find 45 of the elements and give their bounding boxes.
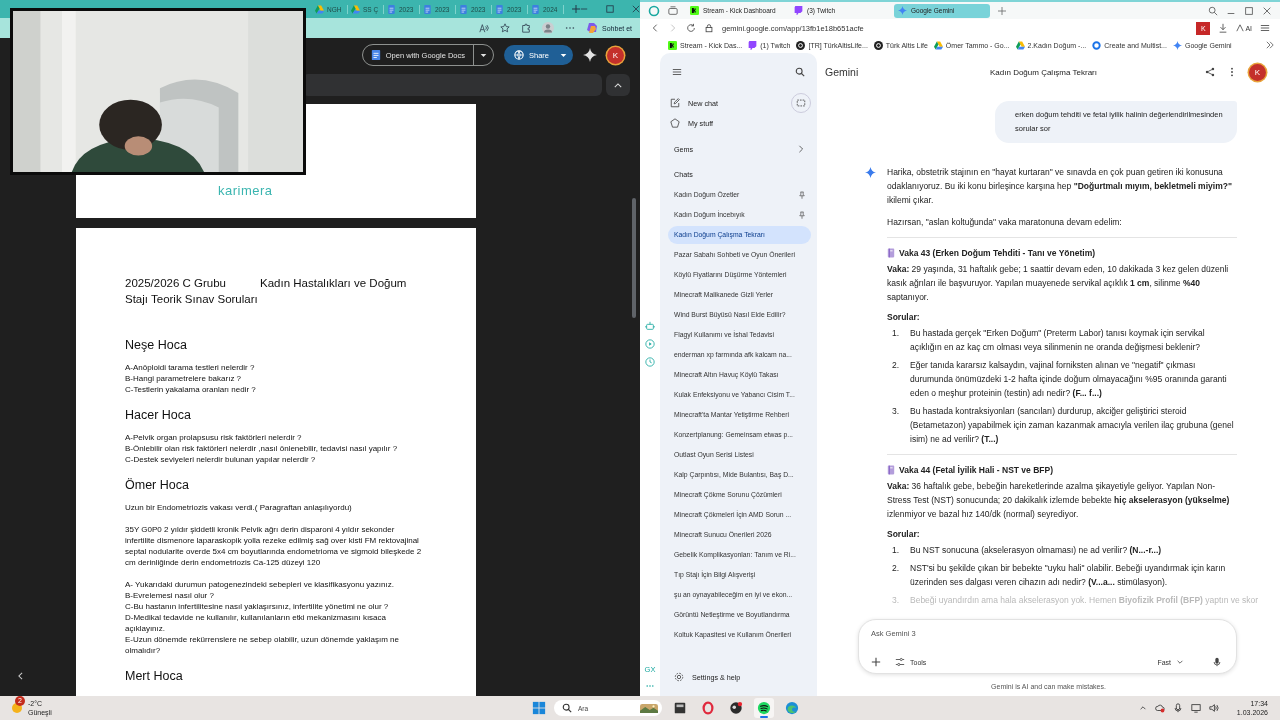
case-title: Vaka 43 (Erken Doğum Tehditi - Tanı ve Yönetim): [899, 248, 1096, 258]
list-number: 1.: [891, 327, 901, 340]
list-number: 3.: [891, 405, 901, 418]
question-text: Uzun bir Endometriozis vakası verdi.( Paragraftan anlaşılıyordu): [125, 502, 353, 513]
section-label: Sorular:: [887, 529, 921, 539]
case-title: Vaka 44 (Fetal İyilik Hali - NST ve BFP): [899, 465, 1053, 475]
question-text: Bebeği uyandırdın ama hala akselerasyon yok. Hemen Biyofizik Profil (BFP) yaptın ve skor: [910, 594, 1259, 607]
response-paragraph: Harika, obstetrik stajının en "hayat kurtaran" ve sınavda en çok puan getiren iki konusuna odaklanıyoruz. Bu iki konu birleşince karşına hep "Doğurtmalı mıyım, bekletmeli miyim?" ikilemi çıkar.: [887, 166, 1233, 207]
question-text: B-Önlebilir olan risk faktörleri nelerdir ,nasıl önlenebilir, tedavisi nasıl yapılır ?: [125, 443, 399, 454]
question-text: C-Bu hastanın infertilitesine nasıl yaklaşırsınız, infertilite yönetimi ne olur ?: [125, 601, 390, 612]
question-text: B-Hangi parametrelere bakarız ?: [125, 373, 243, 384]
document-title: Stajı Teorik Sınav Soruları: [125, 292, 259, 307]
question-text: C-Destek seviyeleri nelerdir bulunan yapılar nelerdir ?: [125, 454, 317, 465]
response-paragraph: Hazırsan, "aslan koltuğunda" vaka maratonuna devam edelim:: [887, 216, 1123, 229]
section-label: Sorular:: [887, 312, 921, 322]
document-title: Kadın Hastalıkları ve Doğum: [260, 276, 407, 291]
question-text: B-Evrelemesi nasıl olur ?: [125, 590, 215, 601]
question-text: E-Uzun dönemde rekürrenslere ne sebep olabilir, uzun dönemde yaklaşım ne olmalıdır?: [125, 634, 400, 656]
question-text: Bu hastada gerçek "Erken Doğum" (Preterm Labor) tanısı koymak için servikal açıklığın en az kaç cm olması veya silinmenin ne oranda değişmesi beklenir?: [910, 327, 1206, 354]
document-title: 2025/2026 C Grubu: [125, 276, 227, 291]
section-heading: Ömer Hoca: [125, 477, 190, 493]
question-text: Eğer tanıda kararsız kalsaydın, vajinal forniksten alınan ve "negatif" çıkması durumunda önümüzdeki 1-2 hafta içinde doğum olmayacağını %95 oranında garanti eden o meşhur proteinin (testin) adı nedir? (F... f...): [910, 359, 1228, 400]
section-heading: Mert Hoca: [125, 668, 184, 684]
question-text: A-Anöploidi tarama testleri nelerdir ?: [125, 362, 256, 373]
question-text: Bu hastada kontraksiyonları (sancıları) durdurup, akciğer geliştirici steroid (Betametazon) yapabilmek için zaman kazanmak amacıyla verilen ilaç grubuna (genel isim) ne ad verilir? (T...): [910, 405, 1235, 446]
response-paragraph: Vaka: 36 haftalık gebe, bebeğin hareketlerinde azalma şikayetiyle geliyor. Yapılan Non-Stress Test (NST) sonucunda; 20 dakikalık izlemde bebekte hiç akselerasyon (yükselme) izlenmiyor ve bazal hız 140/dk (normal) seyrediyor.: [887, 480, 1231, 521]
list-number: 3.: [891, 594, 901, 607]
logo-text: karimera: [218, 183, 273, 198]
list-number: 2.: [891, 359, 901, 372]
question-text: Bu NST sonucuna (akselerasyon olmaması) ne ad verilir? (N...-r...): [910, 544, 1163, 557]
list-number: 2.: [891, 562, 901, 575]
question-text: A- Yukarıdaki durumun patogenezindeki sebepleri ve klasifikasyonu yazınız.: [125, 579, 395, 590]
question-text: 35Y G0P0 2 yıldır şiddetli kronik Pelvik ağrı derin disparoni 4 yıldır sekonder infertilite dismenore laparaskopik yolla rezeke edilmiş sağ over kisti FM rektovajinal septal nodularite overde 5x4 cm boyutlarında endometrioma ve sigmoid bileşkede 2 cm derinliğinde derin endometriozis Ca-125 düzeyi 120: [125, 524, 423, 568]
response-paragraph: Vaka: 29 yaşında, 31 haftalık gebe; 1 saattir devam eden, 10 dakikada 3 kez gelen düzenli kasık ağrıları ile başvuruyor. Yapılan muayenede servikal açıklık 1 cm, silinme %40 saptanıyor.: [887, 263, 1230, 304]
avatar[interactable]: K: [1249, 63, 1266, 81]
app-title: Gemini: [825, 66, 859, 78]
section-heading: Hacer Hoca: [125, 407, 192, 423]
question-text: NST'si bu şekilde çıkan bir bebekte "uyku hali" olabilir. Bebeği uyandırmak için karın üzerinden ses dalgası veren cihazın adı nedir? (V...a... stimülasyon).: [910, 562, 1227, 589]
chat-title: Kadın Doğum Çalışma Tekrarı: [990, 67, 1097, 77]
avatar[interactable]: K: [607, 46, 624, 64]
question-text: C-Testlerin yakalama oranları nedir ?: [125, 384, 257, 395]
section-heading: Neşe Hoca: [125, 337, 188, 353]
question-text: A-Pelvik organ prolapsusu risk faktörleri nelerdir ?: [125, 432, 303, 443]
list-number: 1.: [891, 544, 901, 557]
question-text: D-Medikal tedavide ne kullanılır, kullanılanların etki mekanizmasını kısaca açıklayınız.: [125, 612, 387, 634]
